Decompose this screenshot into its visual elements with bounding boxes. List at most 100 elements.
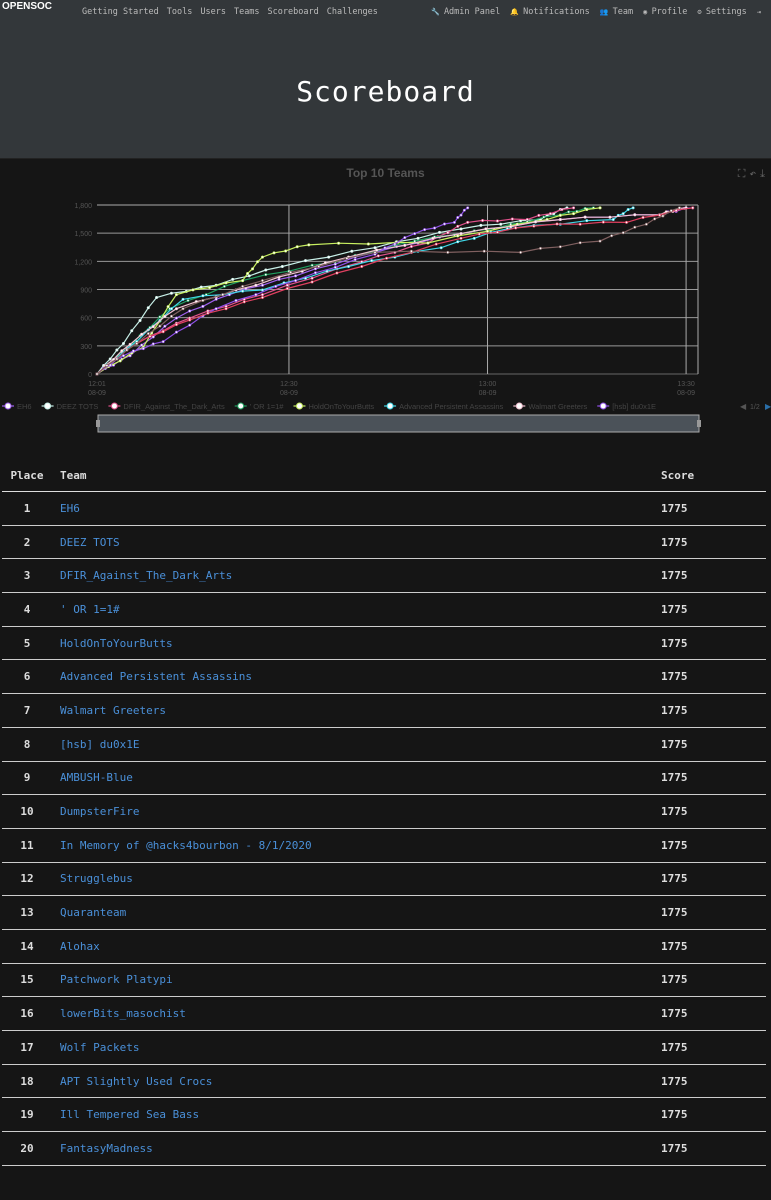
data-point[interactable] bbox=[140, 332, 144, 336]
data-point[interactable] bbox=[572, 206, 576, 210]
data-point[interactable] bbox=[499, 222, 503, 226]
data-point[interactable] bbox=[462, 208, 466, 212]
team-link[interactable]: FantasyMadness bbox=[52, 1131, 661, 1166]
data-point[interactable] bbox=[333, 262, 337, 266]
legend-item[interactable]: DEEZ TOTS bbox=[41, 402, 99, 411]
data-point[interactable] bbox=[482, 249, 486, 253]
data-point[interactable] bbox=[166, 305, 170, 309]
data-point[interactable] bbox=[484, 227, 488, 231]
data-point[interactable] bbox=[538, 246, 542, 250]
data-point[interactable] bbox=[644, 222, 648, 226]
data-point[interactable] bbox=[140, 343, 144, 347]
data-point[interactable] bbox=[285, 287, 289, 291]
data-point[interactable] bbox=[295, 245, 299, 249]
data-point[interactable] bbox=[115, 348, 119, 352]
data-point[interactable] bbox=[151, 342, 155, 346]
data-point[interactable] bbox=[260, 293, 264, 297]
data-point[interactable] bbox=[481, 218, 485, 222]
team-link[interactable]: Advanced Persistent Assassins bbox=[52, 659, 661, 695]
team-link[interactable]: HoldOnToYourButts bbox=[52, 626, 661, 661]
data-point[interactable] bbox=[375, 248, 379, 252]
data-point[interactable] bbox=[653, 217, 657, 221]
data-point[interactable] bbox=[241, 284, 245, 288]
data-point[interactable] bbox=[174, 323, 178, 327]
nav-profile[interactable]: ◉ Profile bbox=[643, 7, 687, 17]
data-point[interactable] bbox=[335, 271, 339, 275]
data-point[interactable] bbox=[201, 298, 205, 302]
data-point[interactable] bbox=[224, 307, 228, 311]
data-point[interactable] bbox=[633, 213, 637, 217]
data-point[interactable] bbox=[108, 357, 112, 361]
legend-item[interactable]: Advanced Persistent Assassins bbox=[384, 402, 504, 411]
team-link[interactable]: AMBUSH-Blue bbox=[52, 761, 661, 796]
data-point[interactable] bbox=[118, 359, 122, 363]
data-point[interactable] bbox=[413, 232, 417, 236]
data-point[interactable] bbox=[479, 223, 483, 227]
data-point[interactable] bbox=[542, 215, 546, 219]
data-point[interactable] bbox=[621, 212, 625, 216]
legend-item[interactable]: [hsb] du0x1E bbox=[597, 402, 656, 411]
data-point[interactable] bbox=[246, 271, 250, 275]
data-point[interactable] bbox=[558, 218, 562, 222]
data-point[interactable] bbox=[519, 250, 523, 254]
data-point[interactable] bbox=[350, 249, 354, 253]
data-point[interactable] bbox=[148, 334, 152, 338]
data-point[interactable] bbox=[514, 226, 518, 230]
data-point[interactable] bbox=[456, 234, 460, 238]
data-point[interactable] bbox=[413, 239, 417, 243]
data-point[interactable] bbox=[578, 222, 582, 226]
data-point[interactable] bbox=[431, 236, 435, 240]
data-point[interactable] bbox=[289, 270, 293, 274]
legend-item[interactable]: DFIR_Against_The_Dark_Arts bbox=[108, 402, 225, 411]
data-point[interactable] bbox=[310, 263, 314, 267]
data-point[interactable] bbox=[625, 220, 629, 224]
data-point[interactable] bbox=[631, 206, 635, 210]
data-point[interactable] bbox=[310, 276, 314, 280]
data-point[interactable] bbox=[669, 209, 673, 213]
data-point[interactable] bbox=[128, 342, 132, 346]
team-link[interactable]: Walmart Greeters bbox=[52, 693, 661, 728]
data-point[interactable] bbox=[169, 314, 173, 318]
data-point[interactable] bbox=[333, 265, 337, 269]
data-point[interactable] bbox=[174, 316, 178, 320]
data-point[interactable] bbox=[585, 219, 589, 223]
data-point[interactable] bbox=[256, 260, 260, 264]
data-point[interactable] bbox=[641, 216, 645, 220]
data-point[interactable] bbox=[598, 239, 602, 243]
data-point[interactable] bbox=[373, 246, 377, 250]
data-point[interactable] bbox=[403, 236, 407, 240]
data-point[interactable] bbox=[439, 246, 443, 250]
data-point[interactable] bbox=[633, 225, 637, 229]
data-point[interactable] bbox=[466, 206, 470, 210]
team-link[interactable]: DEEZ TOTS bbox=[52, 525, 661, 560]
datazoom-handle-right[interactable] bbox=[697, 420, 701, 427]
nav-notifications[interactable]: 🔔 Notifications bbox=[510, 7, 589, 17]
data-point[interactable] bbox=[423, 228, 427, 232]
team-link[interactable]: APT Slightly Used Crocs bbox=[52, 1064, 661, 1099]
data-point[interactable] bbox=[222, 284, 226, 288]
team-link[interactable]: Patchwork Platypi bbox=[52, 963, 661, 998]
data-point[interactable] bbox=[221, 293, 225, 297]
data-point[interactable] bbox=[234, 298, 238, 302]
data-point[interactable] bbox=[442, 222, 446, 226]
data-point[interactable] bbox=[241, 289, 245, 293]
data-point[interactable] bbox=[174, 293, 178, 297]
data-point[interactable] bbox=[677, 206, 681, 210]
data-point[interactable] bbox=[658, 213, 662, 217]
legend-prev-icon[interactable]: ◀ bbox=[740, 402, 747, 411]
data-point[interactable] bbox=[163, 314, 167, 318]
data-point[interactable] bbox=[272, 251, 276, 255]
data-point[interactable] bbox=[169, 291, 173, 295]
data-point[interactable] bbox=[201, 304, 205, 308]
data-point[interactable] bbox=[158, 324, 162, 328]
data-point[interactable] bbox=[151, 325, 155, 329]
data-point[interactable] bbox=[214, 307, 218, 311]
data-point[interactable] bbox=[578, 241, 582, 245]
data-point[interactable] bbox=[317, 264, 321, 268]
data-point[interactable] bbox=[264, 268, 268, 272]
data-point[interactable] bbox=[254, 283, 258, 287]
data-point[interactable] bbox=[621, 231, 625, 235]
opensoc-logo[interactable]: OPENSOC bbox=[2, 2, 68, 22]
legend-item[interactable]: Walmart Greeters bbox=[513, 402, 587, 411]
data-point[interactable] bbox=[241, 279, 245, 283]
